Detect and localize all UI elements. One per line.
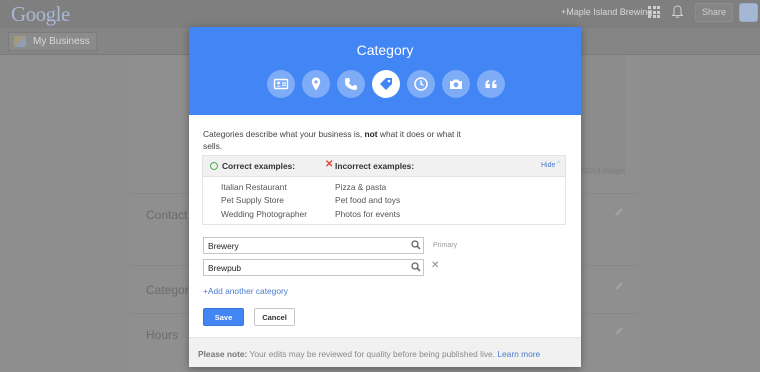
dialog-title: Category [356, 42, 414, 58]
notifications-bell-icon[interactable] [672, 5, 683, 19]
tag-icon [380, 78, 392, 90]
category-dialog: Category Categories describe what your b… [189, 27, 581, 367]
add-category-link[interactable]: +Add another category [203, 286, 288, 296]
cancel-button[interactable]: Cancel [254, 308, 295, 326]
hide-examples-link[interactable]: Hide ˆ [541, 162, 560, 169]
correct-examples-list: Italian Restaurant Pet Supply Store Wedd… [221, 181, 307, 221]
category-section-label: Category [146, 283, 195, 297]
step-photos[interactable] [442, 70, 470, 98]
list-item: Italian Restaurant [221, 182, 287, 192]
apps-grid-icon[interactable] [648, 6, 660, 18]
review-note: Please note: Your edits may be reviewed … [198, 349, 541, 359]
map-thumbnail[interactable] [580, 55, 626, 175]
list-item: Photos for events [335, 208, 401, 219]
my-business-link[interactable]: My Business [8, 32, 97, 51]
correct-examples-title: Correct examples: [222, 161, 296, 171]
dialog-footer: Please note: Your edits may be reviewed … [189, 337, 581, 367]
step-hours[interactable] [407, 70, 435, 98]
examples-panel: Correct examples: ✕ Incorrect examples: … [202, 155, 566, 225]
user-name-link[interactable]: +Maple Island Brewing [561, 7, 652, 17]
avatar[interactable] [739, 3, 758, 22]
search-icon[interactable] [411, 262, 421, 272]
my-business-label: My Business [33, 36, 90, 47]
remove-category-icon[interactable]: ✕ [431, 260, 439, 271]
dialog-header: Category [189, 27, 581, 115]
step-category[interactable] [372, 70, 400, 98]
map-copyright: ©2014 Google [580, 168, 626, 175]
hours-section-label: Hours [146, 328, 179, 342]
search-icon[interactable] [411, 240, 421, 250]
chevron-up-icon: ˆ [557, 162, 560, 169]
save-button[interactable]: Save [203, 308, 244, 326]
contact-card-icon [273, 78, 289, 90]
list-item: Pet food and toys [335, 195, 401, 206]
location-pin-icon [311, 77, 321, 91]
share-button[interactable]: Share [695, 3, 733, 22]
list-item: Pet Supply Store [221, 195, 284, 206]
step-introduction[interactable] [477, 70, 505, 98]
camera-icon [450, 79, 462, 89]
edit-pencil-icon[interactable] [614, 281, 624, 291]
google-top-bar: Google +Maple Island Brewing Share [0, 0, 760, 28]
correct-circle-icon [210, 162, 218, 170]
additional-category-input[interactable] [203, 259, 424, 276]
primary-category-input[interactable] [203, 237, 424, 254]
primary-tag: Primary [433, 242, 458, 249]
examples-header: Correct examples: ✕ Incorrect examples: … [203, 156, 565, 177]
clock-icon [414, 77, 428, 91]
google-logo[interactable]: Google [11, 2, 70, 27]
incorrect-examples-title: Incorrect examples: [335, 161, 415, 171]
edit-pencil-icon[interactable] [614, 326, 624, 336]
step-contact[interactable] [267, 70, 295, 98]
quote-icon [485, 80, 497, 88]
incorrect-x-icon: ✕ [325, 159, 334, 170]
step-phone[interactable] [337, 70, 365, 98]
contact-section-label: Contact [146, 208, 188, 222]
step-nav [267, 70, 507, 98]
list-item: Wedding Photographer [221, 208, 307, 219]
edit-pencil-icon[interactable] [614, 207, 624, 217]
my-business-icon [14, 36, 26, 47]
learn-more-link[interactable]: Learn more [497, 349, 540, 359]
phone-icon [345, 78, 357, 90]
category-description: Categories describe what your business i… [203, 129, 461, 151]
step-location[interactable] [302, 70, 330, 98]
incorrect-examples-list: Pizza & pasta Pet food and toys Photos f… [335, 181, 400, 221]
list-item: Pizza & pasta [335, 182, 387, 192]
